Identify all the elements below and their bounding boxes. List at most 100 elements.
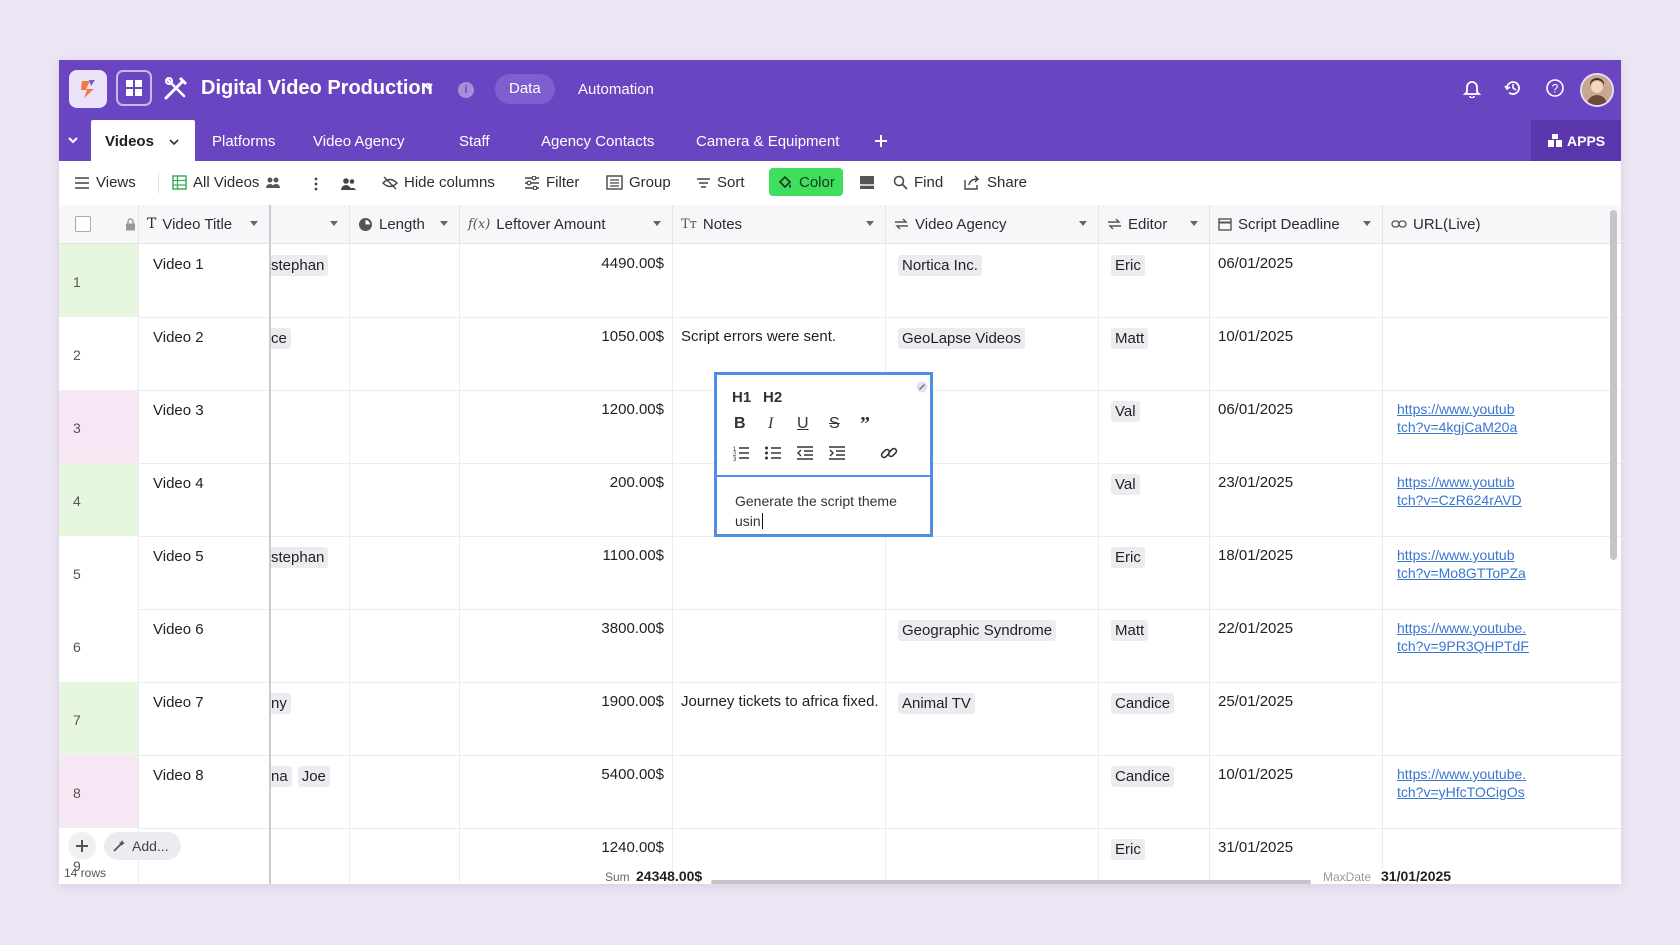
staff-cell[interactable]: na Joe: [271, 755, 350, 828]
leftover-amount-cell[interactable]: 1050.00$: [460, 317, 673, 390]
vertical-scrollbar[interactable]: [1610, 210, 1617, 560]
row-number[interactable]: 8: [59, 755, 139, 828]
video-agency-cell[interactable]: [886, 536, 1099, 609]
italic-icon[interactable]: I: [768, 415, 773, 433]
info-icon[interactable]: i: [458, 82, 474, 98]
url-cell[interactable]: https://www.youtube. tch?v=9PR3QHPTdF: [1383, 609, 1621, 682]
video-title-cell[interactable]: Video 1: [139, 244, 271, 317]
staff-tag[interactable]: Joe: [297, 766, 330, 787]
url-cell[interactable]: [1383, 317, 1621, 390]
editor-cell[interactable]: Matt: [1099, 609, 1210, 682]
more-vertical-icon[interactable]: [314, 177, 318, 191]
length-cell[interactable]: [350, 682, 460, 755]
strikethrough-icon[interactable]: S: [829, 415, 840, 433]
horizontal-scrollbar[interactable]: [711, 880, 1311, 884]
editor-tag[interactable]: Candice: [1111, 693, 1175, 714]
column-menu-icon[interactable]: [249, 220, 259, 228]
column-menu-icon[interactable]: [865, 220, 875, 228]
link-icon[interactable]: [880, 445, 898, 461]
table-row[interactable]: 7 Video 7 ny 1900.00$ Journey tickets to afr…: [59, 682, 1621, 756]
script-deadline-cell[interactable]: 23/01/2025: [1210, 463, 1383, 536]
editor-tag[interactable]: Val: [1111, 401, 1140, 422]
video-title-cell[interactable]: Video 6: [139, 609, 271, 682]
row-number[interactable]: 3: [59, 390, 139, 463]
history-icon[interactable]: [1503, 78, 1523, 98]
row-number[interactable]: 1: [59, 244, 139, 317]
header-editor[interactable]: Editor: [1099, 205, 1210, 243]
leftover-amount-cell[interactable]: 200.00$: [460, 463, 673, 536]
all-videos-view[interactable]: All Videos: [172, 174, 281, 191]
column-menu-icon[interactable]: [1189, 220, 1199, 228]
bold-icon[interactable]: B: [734, 415, 746, 433]
script-deadline-cell[interactable]: 06/01/2025: [1210, 244, 1383, 317]
share-users-icon[interactable]: [340, 177, 357, 191]
editor-cell[interactable]: Val: [1099, 390, 1210, 463]
notes-cell[interactable]: [673, 609, 886, 682]
leftover-amount-cell[interactable]: 1900.00$: [460, 682, 673, 755]
editor-tag[interactable]: Eric: [1111, 255, 1145, 276]
length-cell[interactable]: [350, 317, 460, 390]
url-link[interactable]: https://www.youtube.: [1397, 765, 1621, 783]
staff-cell[interactable]: stephan: [271, 536, 350, 609]
video-title-cell[interactable]: Video 3: [139, 390, 271, 463]
table-row[interactable]: 5 Video 5 stephan 1100.00$ Eric 18/01/2025 htt…: [59, 536, 1621, 610]
ordered-list-icon[interactable]: 123: [732, 445, 750, 461]
url-cell[interactable]: [1383, 244, 1621, 317]
staff-tag[interactable]: stephan: [271, 255, 329, 276]
editor-cell[interactable]: Candice: [1099, 682, 1210, 755]
row-number[interactable]: 7: [59, 682, 139, 755]
video-agency-cell[interactable]: Nortica Inc.: [886, 244, 1099, 317]
url-link[interactable]: https://www.youtube.: [1397, 619, 1621, 637]
url-cell[interactable]: https://www.youtub tch?v=4kgjCaM20a: [1383, 390, 1621, 463]
editor-cell[interactable]: Eric: [1099, 536, 1210, 609]
add-tab-icon[interactable]: [873, 133, 889, 149]
editor-tag[interactable]: Val: [1111, 474, 1140, 495]
tab-video-agency[interactable]: Video Agency: [313, 133, 404, 150]
notes-cell[interactable]: [673, 755, 886, 828]
editor-cell[interactable]: Val: [1099, 463, 1210, 536]
bell-icon[interactable]: [1462, 78, 1482, 98]
length-cell[interactable]: [350, 244, 460, 317]
url-cell[interactable]: https://www.youtub tch?v=CzR624rAVD: [1383, 463, 1621, 536]
views-button[interactable]: Views: [74, 174, 136, 191]
tab-staff[interactable]: Staff: [459, 133, 490, 150]
editor-tag[interactable]: Matt: [1111, 328, 1149, 349]
length-cell[interactable]: [350, 536, 460, 609]
url-link-continued[interactable]: tch?v=Mo8GTToPZa: [1397, 564, 1621, 582]
agency-tag[interactable]: Nortica Inc.: [898, 255, 982, 276]
leftover-amount-cell[interactable]: 3800.00$: [460, 609, 673, 682]
agency-tag[interactable]: Animal TV: [898, 693, 975, 714]
url-link-continued[interactable]: tch?v=9PR3QHPTdF: [1397, 637, 1621, 655]
notes-cell[interactable]: Journey tickets to africa fixed.: [673, 682, 886, 755]
header-leftover-amount[interactable]: f(x) Leftover Amount: [460, 205, 673, 243]
header-video-title[interactable]: T Video Title: [139, 205, 271, 243]
header-video-agency[interactable]: Video Agency: [886, 205, 1099, 243]
url-link-continued[interactable]: tch?v=yHfcTOCigOs: [1397, 783, 1621, 801]
editor-tag[interactable]: Candice: [1111, 766, 1175, 787]
filter-button[interactable]: Filter: [524, 174, 579, 191]
table-row[interactable]: 1 Video 1 stephan 4490.00$ Nortica Inc. Eric 0…: [59, 244, 1621, 318]
column-menu-icon[interactable]: [1362, 220, 1372, 228]
header-url-live[interactable]: URL(Live): [1383, 205, 1621, 243]
leftover-amount-cell[interactable]: 4490.00$: [460, 244, 673, 317]
table-row[interactable]: 6 Video 6 3800.00$ Geographic Syndrome Matt 2…: [59, 609, 1621, 683]
staff-tag[interactable]: na: [271, 766, 292, 787]
row-number[interactable]: 4: [59, 463, 139, 536]
add-with-ai-button[interactable]: Add...: [104, 832, 181, 860]
url-link-continued[interactable]: tch?v=CzR624rAVD: [1397, 491, 1621, 509]
indent-icon[interactable]: [828, 445, 846, 461]
tab-videos[interactable]: Videos: [91, 120, 195, 161]
row-number[interactable]: 5: [59, 536, 139, 609]
row-number[interactable]: 6: [59, 609, 139, 682]
staff-tag[interactable]: ny: [271, 693, 291, 714]
video-agency-cell[interactable]: Animal TV: [886, 682, 1099, 755]
leftover-amount-cell[interactable]: 1100.00$: [460, 536, 673, 609]
editor-tag[interactable]: Eric: [1111, 547, 1145, 568]
hide-columns-button[interactable]: Hide columns: [382, 174, 495, 191]
staff-tag[interactable]: stephan: [271, 547, 329, 568]
heading2-button[interactable]: H2: [763, 389, 782, 406]
apps-button[interactable]: APPS: [1567, 133, 1605, 149]
outdent-icon[interactable]: [796, 445, 814, 461]
app-logo[interactable]: [69, 70, 107, 108]
chevron-down-icon[interactable]: [169, 137, 179, 147]
